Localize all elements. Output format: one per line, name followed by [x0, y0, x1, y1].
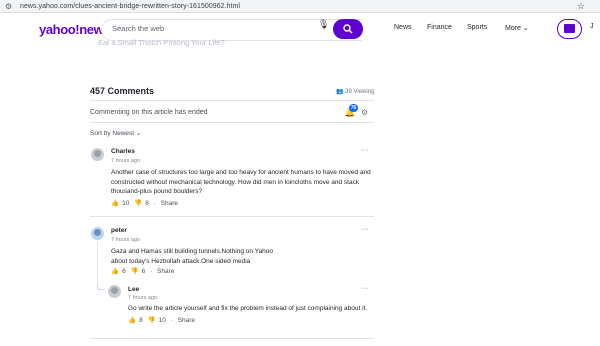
bookmark-star-icon[interactable]: ☆: [577, 1, 585, 12]
search-icon: [343, 24, 353, 34]
avatar: [91, 227, 104, 240]
search-input[interactable]: [112, 24, 302, 33]
comment-username[interactable]: peter: [111, 227, 127, 234]
share-button[interactable]: Share: [178, 317, 195, 324]
sort-dropdown[interactable]: Sort by Newest ⌄: [90, 129, 141, 137]
thumbs-up-icon[interactable]: 👍: [111, 267, 119, 275]
like-count: 6: [122, 268, 126, 275]
like-count: 8: [139, 317, 143, 324]
more-options-icon[interactable]: ···: [361, 285, 370, 292]
microphone-icon[interactable]: 🎙: [318, 19, 329, 30]
dislike-count: 10: [158, 317, 166, 324]
viewing-count-label: 39 Viewing: [345, 89, 375, 95]
user-initial[interactable]: J: [590, 23, 594, 30]
comment-actions: 👍 6 👎 6 · Share: [111, 267, 177, 275]
comment-text: Go write the article yourself and fix th…: [128, 305, 368, 312]
reply-connector: [97, 282, 105, 290]
divider: [90, 100, 374, 101]
comment-actions: 👍 10 👎 8 · Share: [111, 199, 181, 207]
divider: [90, 338, 374, 339]
url-text[interactable]: news.yahoo.com/clues-ancient-bridge-rewr…: [20, 2, 240, 11]
share-button[interactable]: Share: [157, 268, 174, 275]
thumbs-down-icon[interactable]: 👎: [148, 316, 156, 324]
comment-text: Another case of structures too large and…: [111, 169, 371, 195]
nav-news[interactable]: News: [394, 24, 412, 31]
more-options-icon[interactable]: ···: [361, 226, 370, 233]
comment-username[interactable]: Lee: [128, 286, 139, 293]
nav-more-label: More: [505, 25, 521, 32]
comment-username[interactable]: Charles: [111, 148, 135, 155]
gear-icon[interactable]: ⚙: [361, 108, 368, 117]
mail-icon: [564, 24, 575, 33]
share-button[interactable]: Share: [161, 200, 178, 207]
search-button[interactable]: [333, 19, 363, 39]
like-count: 10: [122, 200, 130, 207]
avatar: [91, 148, 104, 161]
separator-dot: ·: [153, 200, 156, 207]
mail-button[interactable]: [557, 19, 582, 39]
comment-timestamp: 7 hours ago: [128, 295, 158, 301]
separator-dot: ·: [150, 268, 153, 275]
site-info-icon[interactable]: ⚙: [5, 2, 14, 11]
separator-dot: ·: [170, 317, 173, 324]
sort-label: Sort by Newest: [90, 130, 135, 137]
comment-timestamp: 7 hours ago: [111, 237, 141, 243]
thumbs-down-icon[interactable]: 👎: [131, 267, 139, 275]
thumbs-up-icon[interactable]: 👍: [128, 316, 136, 324]
commenting-ended-notice: Commenting on this article has ended: [90, 109, 208, 116]
nav-more[interactable]: More ⌄: [505, 24, 529, 32]
article-link-faded[interactable]: Eat a Small Thatch Prolong Your Life?: [98, 38, 225, 47]
yahoo-news-logo[interactable]: yahoo!news: [39, 23, 111, 37]
thumbs-down-icon[interactable]: 👎: [134, 199, 142, 207]
avatar: [108, 285, 121, 298]
comment-timestamp: 7 hours ago: [111, 158, 141, 164]
comments-title: 457 Comments: [90, 86, 155, 96]
nav-sports[interactable]: Sports: [467, 24, 487, 31]
comment-actions: 👍 8 👎 10 · Share: [128, 316, 198, 324]
divider: [90, 122, 374, 123]
dislike-count: 8: [145, 200, 149, 207]
nav-finance[interactable]: Finance: [427, 24, 452, 31]
viewing-count: 👥 39 Viewing: [336, 88, 374, 95]
notification-badge: 76: [349, 104, 358, 112]
browser-address-bar: ⚙ news.yahoo.com/clues-ancient-bridge-re…: [0, 0, 600, 13]
divider: [90, 216, 374, 217]
comment-text: Gaza and Hamas still building tunnels.No…: [111, 248, 274, 265]
thumbs-up-icon[interactable]: 👍: [111, 199, 119, 207]
people-icon: 👥: [336, 89, 344, 95]
more-options-icon[interactable]: ···: [361, 147, 370, 154]
dislike-count: 6: [141, 268, 146, 275]
